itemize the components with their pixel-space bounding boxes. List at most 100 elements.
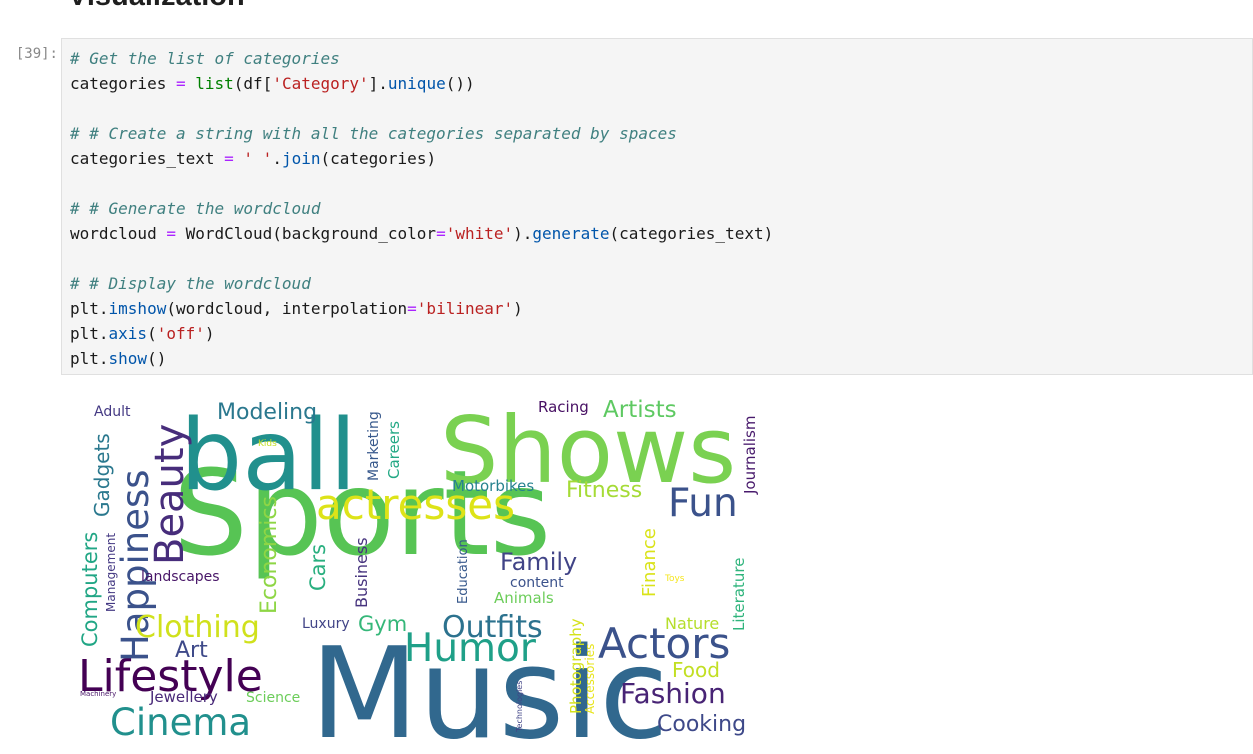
- code-line: plt.imshow(wordcloud, interpolation='bil…: [70, 296, 773, 321]
- wordcloud-word: Art: [175, 638, 208, 663]
- wordcloud-word: Management: [104, 533, 118, 612]
- wordcloud-word: Machinery: [80, 690, 116, 698]
- code-token: # # Display the wordcloud: [70, 274, 311, 293]
- code-token: # # Create a string with all the categor…: [70, 124, 677, 143]
- wordcloud-word: Fitness: [566, 478, 642, 503]
- code-token: ).: [513, 224, 533, 243]
- code-line: categories_text = ' '.join(categories): [70, 146, 773, 171]
- code-token: (: [147, 324, 157, 343]
- section-heading: Visualization: [68, 0, 245, 13]
- code-line: categories = list(df['Category'].unique(…: [70, 71, 773, 96]
- code-token: plt.: [70, 324, 109, 343]
- wordcloud-word: Cooking: [657, 712, 746, 737]
- code-line: # Get the list of categories: [70, 46, 773, 71]
- code-token: 'bilinear': [416, 299, 514, 318]
- code-token: (df[: [233, 74, 273, 93]
- wordcloud-word: Finance: [639, 528, 660, 597]
- wordcloud-word: Gadgets: [90, 433, 114, 517]
- code-line: wordcloud = WordCloud(background_color='…: [70, 221, 773, 246]
- wordcloud-word: Business: [352, 537, 371, 608]
- wordcloud-word: Artists: [603, 397, 677, 423]
- code-token: unique: [387, 74, 446, 93]
- wordcloud-word: Gym: [358, 612, 407, 636]
- code-token: axis: [108, 324, 148, 343]
- code-token: 'white': [445, 224, 514, 243]
- wordcloud-word: Adult: [94, 404, 131, 420]
- wordcloud-word: Careers: [385, 421, 403, 479]
- code-line: # # Generate the wordcloud: [70, 196, 773, 221]
- wordcloud-word: Outfits: [442, 610, 543, 645]
- wordcloud-word: Cinema: [110, 701, 251, 742]
- wordcloud-word: Education: [456, 539, 471, 604]
- code-token: 'off': [156, 324, 205, 343]
- code-token: join: [281, 149, 321, 168]
- code-token: wordcloud: [70, 224, 167, 243]
- wordcloud-word: content: [510, 575, 564, 591]
- wordcloud-word: Toys: [664, 574, 685, 584]
- code-token: generate: [532, 224, 610, 243]
- code-token: ' ': [243, 149, 273, 168]
- wordcloud-word: Jewellery: [149, 688, 218, 706]
- code-token: categories_text: [70, 149, 225, 168]
- wordcloud-word: Kids: [258, 439, 277, 449]
- code-token: ): [204, 324, 215, 343]
- wordcloud-word: Fun: [668, 481, 738, 526]
- wordcloud-word: Racing: [538, 398, 589, 416]
- cell-output-wordcloud: Sports Music ball Shows actresses Lifestyle Ha…: [78, 392, 758, 742]
- code-token: (wordcloud, interpolation: [166, 299, 408, 318]
- code-token: plt.: [70, 349, 109, 368]
- code-line: plt.axis('off'): [70, 321, 773, 346]
- code-line: # # Create a string with all the categor…: [70, 121, 773, 146]
- wordcloud-word: Nature: [665, 614, 719, 633]
- wordcloud-word: landscapes: [141, 569, 220, 585]
- code-token: # # Generate the wordcloud: [70, 199, 321, 218]
- code-token: plt.: [70, 299, 109, 318]
- wordcloud-word: Marketing: [366, 411, 382, 481]
- code-token: =: [407, 299, 417, 318]
- code-token: show: [108, 349, 148, 368]
- wordcloud-word: Food: [672, 658, 720, 682]
- wordcloud-image: SportsMusicball ShowsactressesLifestyleHa…: [78, 397, 758, 742]
- code-token: 'Category': [272, 74, 369, 93]
- wordcloud-word: Beauty: [147, 424, 193, 565]
- code-token: categories: [70, 74, 176, 93]
- code-token: (categories_text): [609, 224, 774, 243]
- wordcloud-word: Journalism: [741, 416, 758, 495]
- wordcloud-word: Technologies: [515, 681, 524, 733]
- wordcloud-word: Economics: [257, 496, 282, 614]
- wordcloud-word: Cars: [306, 544, 330, 591]
- wordcloud-word: Animals: [494, 589, 554, 607]
- code-token: .: [272, 149, 282, 168]
- code-token: (categories): [320, 149, 437, 168]
- wordcloud-word: Motorbikes: [452, 477, 534, 495]
- code-token: (): [147, 349, 167, 368]
- code-cell-editor[interactable]: # Get the list of categories categories =…: [61, 38, 1253, 375]
- code-token: ): [513, 299, 523, 318]
- code-token: # Get the list of categories: [70, 49, 340, 68]
- code-token: =: [175, 74, 186, 93]
- cell-execution-count: [39]:: [15, 46, 58, 62]
- wordcloud-word: Family: [500, 548, 577, 576]
- code-token: =: [166, 224, 176, 243]
- code-token: list: [195, 74, 234, 93]
- wordcloud-word: Accessories: [583, 644, 597, 714]
- code-token: ].: [368, 74, 388, 93]
- code-token: =: [436, 224, 446, 243]
- code-token: ()): [445, 74, 475, 93]
- code-line: plt.show(): [70, 346, 773, 371]
- wordcloud-word: Luxury: [302, 616, 350, 632]
- wordcloud-word: Modeling: [217, 400, 317, 425]
- code-input[interactable]: # Get the list of categories categories =…: [70, 46, 773, 371]
- code-token: =: [224, 149, 234, 168]
- wordcloud-word: Science: [246, 690, 300, 706]
- wordcloud-word: Computers: [78, 532, 102, 647]
- code-token: imshow: [108, 299, 167, 318]
- wordcloud-word: Literature: [730, 558, 748, 631]
- code-line: # # Display the wordcloud: [70, 271, 773, 296]
- code-token: WordCloud(background_color: [175, 224, 437, 243]
